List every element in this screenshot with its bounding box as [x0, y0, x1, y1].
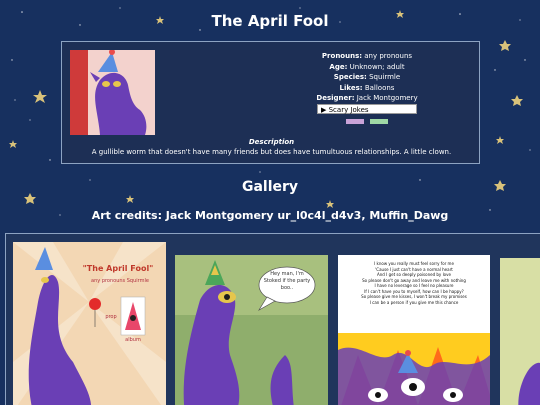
pronouns-value: any pronouns: [362, 52, 413, 60]
age-row: Age: Unknown; adult: [262, 62, 472, 73]
character-avatar[interactable]: [70, 50, 155, 135]
gallery-image-party[interactable]: Hey man, I'm Stoked if the party boo..: [175, 255, 328, 405]
designer-row: Designer: Jack Montgomery: [262, 93, 472, 104]
species-row: Species: Squirmle: [262, 72, 472, 83]
pronouns-row: Pronouns: any pronouns: [262, 51, 472, 62]
age-value: Unknown; adult: [347, 62, 405, 71]
gallery-panel: "The April Fool" any pronouns Squirmle p…: [5, 233, 540, 405]
art2-speech-bubble: Hey man, I'm Stoked if the party boo..: [263, 271, 311, 291]
designer-label: Designer:: [316, 94, 355, 102]
tag-row: [262, 117, 472, 124]
lyric-line: I can be a person if you give me this ch…: [369, 299, 459, 305]
likes-row: Likes: Balloons: [262, 83, 472, 94]
description-heading: Description: [248, 138, 295, 146]
gallery-image-lyrics-comic[interactable]: I know you really must feel sorry for me…: [338, 255, 490, 405]
gallery-heading: Gallery: [241, 179, 299, 195]
art1-line2: prop: [105, 314, 117, 320]
art1-line1: any pronouns Squirmle: [91, 278, 149, 284]
species-value: Squirmle: [366, 73, 401, 81]
age-label: Age:: [329, 62, 348, 71]
likes-value: Balloons: [362, 83, 395, 92]
lyric-line: So please give me kisses, I won't break …: [361, 294, 467, 299]
song-dropdown[interactable]: ▶ Scary Jokes: [317, 103, 417, 114]
profile-panel: Pronouns: any pronouns Age: Unknown; adu…: [61, 41, 480, 164]
art3-lyrics: I know you really must feel sorry for me…: [342, 261, 486, 305]
pronouns-label: Pronouns:: [321, 52, 363, 60]
gallery-image-reference-sheet[interactable]: "The April Fool" any pronouns Squirmle p…: [13, 242, 166, 405]
likes-label: Likes:: [339, 83, 363, 92]
designer-value: Jack Montgomery: [354, 94, 418, 102]
gallery-image-partial[interactable]: [500, 258, 540, 405]
species-label: Species:: [333, 73, 367, 81]
art-credits: Art credits: Jack Montgomery ur_l0c4l_d4…: [91, 209, 449, 222]
art1-line3: album: [125, 337, 141, 343]
art1-heading: "The April Fool": [82, 264, 154, 273]
profile-info: Pronouns: any pronouns Age: Unknown; adu…: [262, 51, 472, 124]
description-text: A gullible worm that doesn't have many f…: [91, 148, 452, 156]
tag-badge-green[interactable]: [370, 119, 389, 124]
tag-badge-purple[interactable]: [345, 119, 364, 124]
page-title: The April Fool: [211, 12, 329, 30]
